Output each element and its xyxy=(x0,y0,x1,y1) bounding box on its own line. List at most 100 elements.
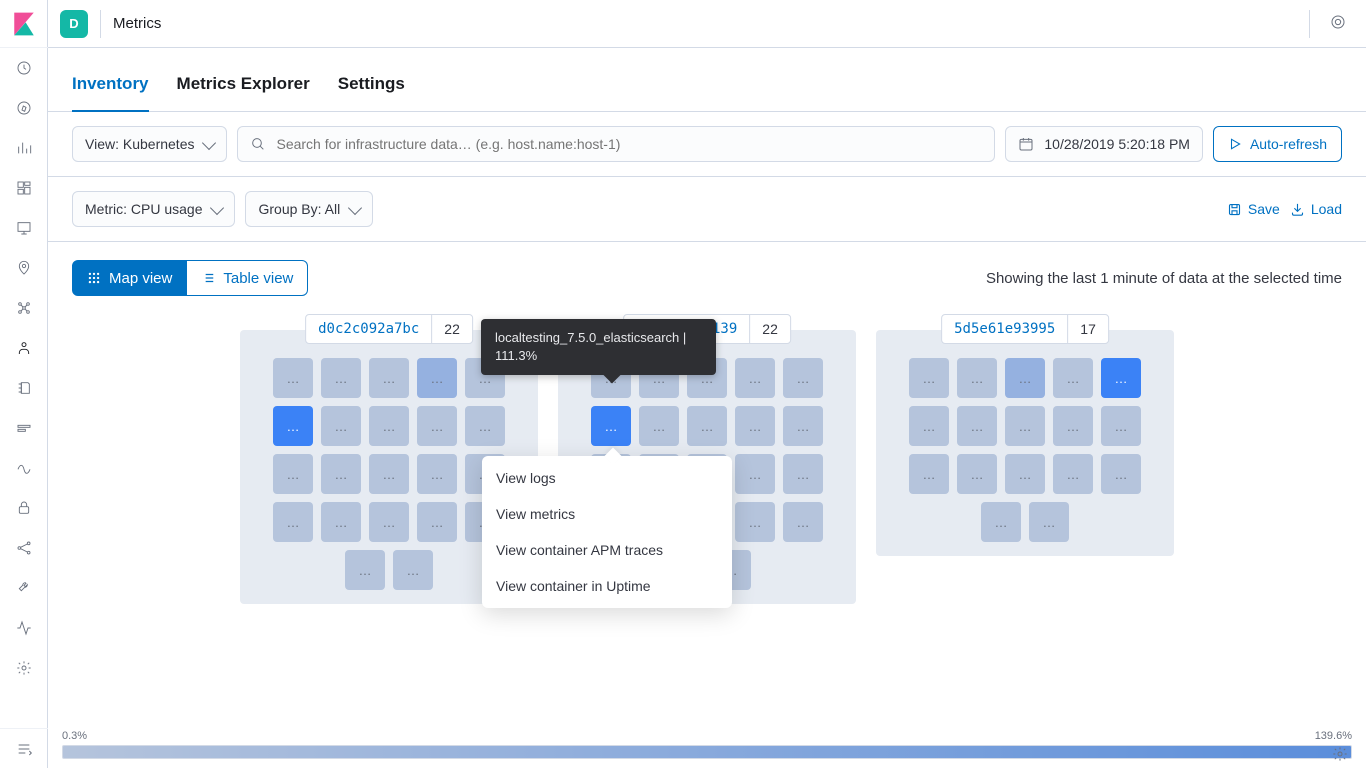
side-nav xyxy=(0,0,48,768)
menu-view-metrics[interactable]: View metrics xyxy=(482,496,732,532)
inventory-tile[interactable]: … xyxy=(783,358,823,398)
inventory-tile[interactable]: … xyxy=(957,406,997,446)
inventory-tile[interactable]: … xyxy=(417,406,457,446)
search-input[interactable] xyxy=(276,136,982,152)
menu-view-uptime[interactable]: View container in Uptime xyxy=(482,568,732,604)
nav-logs-icon[interactable] xyxy=(0,368,48,408)
inventory-tile[interactable]: … xyxy=(369,358,409,398)
nav-visualize-icon[interactable] xyxy=(0,128,48,168)
menu-view-apm-traces[interactable]: View container APM traces xyxy=(482,532,732,568)
inventory-tile[interactable]: … xyxy=(321,358,361,398)
inventory-tile[interactable]: … xyxy=(273,502,313,542)
auto-refresh-button[interactable]: Auto-refresh xyxy=(1213,126,1342,162)
inventory-tile[interactable]: … xyxy=(273,454,313,494)
top-bar: D Metrics xyxy=(48,0,1366,48)
inventory-tile[interactable]: … xyxy=(369,454,409,494)
legend-bar[interactable] xyxy=(62,745,1352,759)
inventory-tile[interactable]: … xyxy=(1053,358,1093,398)
metric-select[interactable]: Metric: CPU usage xyxy=(72,191,235,227)
inventory-tile[interactable]: … xyxy=(273,358,313,398)
inventory-tile[interactable]: … xyxy=(393,550,433,590)
group-by-select[interactable]: Group By: All xyxy=(245,191,373,227)
nav-maps-icon[interactable] xyxy=(0,248,48,288)
datetime-picker[interactable]: 10/28/2019 5:20:18 PM xyxy=(1005,126,1203,162)
inventory-tile[interactable]: … xyxy=(1029,502,1069,542)
inventory-tile[interactable]: … xyxy=(321,454,361,494)
gear-icon[interactable] xyxy=(1332,746,1348,762)
nav-apm-icon[interactable] xyxy=(0,408,48,448)
group-id: 5d5e61e93995 xyxy=(942,315,1068,343)
save-button[interactable]: Save xyxy=(1227,201,1280,217)
inventory-tile[interactable]: … xyxy=(369,502,409,542)
tab-metrics-explorer[interactable]: Metrics Explorer xyxy=(177,74,310,111)
view-select[interactable]: View: Kubernetes xyxy=(72,126,227,162)
load-button[interactable]: Load xyxy=(1290,201,1342,217)
chevron-down-icon xyxy=(202,135,216,149)
inventory-tile[interactable]: … xyxy=(1053,454,1093,494)
inventory-tile[interactable]: … xyxy=(1101,406,1141,446)
inventory-tile[interactable]: … xyxy=(1005,454,1045,494)
inventory-tile[interactable]: … xyxy=(1005,406,1045,446)
legend: 0.3% 139.6% xyxy=(48,726,1366,768)
group-header[interactable]: d0c2c092a7bc 22 xyxy=(305,314,473,344)
inventory-tile[interactable]: … xyxy=(465,406,505,446)
nav-devtools-icon[interactable] xyxy=(0,568,48,608)
inventory-tile[interactable]: … xyxy=(345,550,385,590)
view-select-label: View: Kubernetes xyxy=(85,136,194,152)
inventory-tile[interactable]: … xyxy=(417,502,457,542)
nav-canvas-icon[interactable] xyxy=(0,208,48,248)
group-header[interactable]: 5d5e61e93995 17 xyxy=(941,314,1109,344)
nav-siem-icon[interactable] xyxy=(0,488,48,528)
nav-dashboard-icon[interactable] xyxy=(0,168,48,208)
space-selector[interactable]: D xyxy=(60,10,88,38)
nav-recently-viewed-icon[interactable] xyxy=(0,48,48,88)
inventory-tile[interactable]: … xyxy=(957,454,997,494)
inventory-tile[interactable]: … xyxy=(957,358,997,398)
inventory-tile[interactable]: … xyxy=(273,406,313,446)
inventory-tile[interactable]: … xyxy=(735,358,775,398)
tab-settings[interactable]: Settings xyxy=(338,74,405,111)
nav-discover-icon[interactable] xyxy=(0,88,48,128)
inventory-tile[interactable]: … xyxy=(735,502,775,542)
map-view-button[interactable]: Map view xyxy=(72,260,187,296)
tab-inventory[interactable]: Inventory xyxy=(72,74,149,112)
nav-management-icon[interactable] xyxy=(0,648,48,688)
list-icon xyxy=(201,271,215,285)
inventory-tile[interactable]: … xyxy=(1053,406,1093,446)
nav-infrastructure-icon[interactable] xyxy=(0,328,48,368)
inventory-tile[interactable]: … xyxy=(909,358,949,398)
inventory-tile[interactable]: … xyxy=(735,406,775,446)
inventory-tile[interactable]: … xyxy=(783,502,823,542)
nav-ml-icon[interactable] xyxy=(0,288,48,328)
inventory-tile[interactable]: … xyxy=(783,406,823,446)
inventory-tile[interactable]: … xyxy=(909,454,949,494)
inventory-tile[interactable]: … xyxy=(1005,358,1045,398)
inventory-tile[interactable]: … xyxy=(783,454,823,494)
inventory-tile[interactable]: … xyxy=(321,502,361,542)
inventory-tile[interactable]: … xyxy=(687,406,727,446)
table-view-button[interactable]: Table view xyxy=(187,260,308,296)
nav-uptime-icon[interactable] xyxy=(0,448,48,488)
inventory-tile[interactable]: … xyxy=(369,406,409,446)
help-icon[interactable] xyxy=(1322,14,1354,33)
inventory-tile[interactable]: … xyxy=(735,454,775,494)
nav-graph-icon[interactable] xyxy=(0,528,48,568)
inventory-tile[interactable]: … xyxy=(417,454,457,494)
legend-max: 139.6% xyxy=(1315,730,1352,742)
group-by-label: Group By: All xyxy=(258,201,340,217)
nav-monitoring-icon[interactable] xyxy=(0,608,48,648)
context-menu: View logs View metrics View container AP… xyxy=(482,456,732,608)
inventory-tile[interactable]: … xyxy=(591,406,631,446)
inventory-tile[interactable]: … xyxy=(639,406,679,446)
search-box[interactable] xyxy=(237,126,995,162)
inventory-tile[interactable]: … xyxy=(1101,358,1141,398)
menu-view-logs[interactable]: View logs xyxy=(482,460,732,496)
nav-collapse-icon[interactable] xyxy=(0,728,48,768)
inventory-tile[interactable]: … xyxy=(981,502,1021,542)
inventory-tile[interactable]: … xyxy=(909,406,949,446)
inventory-tile[interactable]: … xyxy=(321,406,361,446)
inventory-tile[interactable]: … xyxy=(1101,454,1141,494)
table-view-label: Table view xyxy=(223,270,293,287)
kibana-logo[interactable] xyxy=(0,0,48,48)
inventory-tile[interactable]: … xyxy=(417,358,457,398)
